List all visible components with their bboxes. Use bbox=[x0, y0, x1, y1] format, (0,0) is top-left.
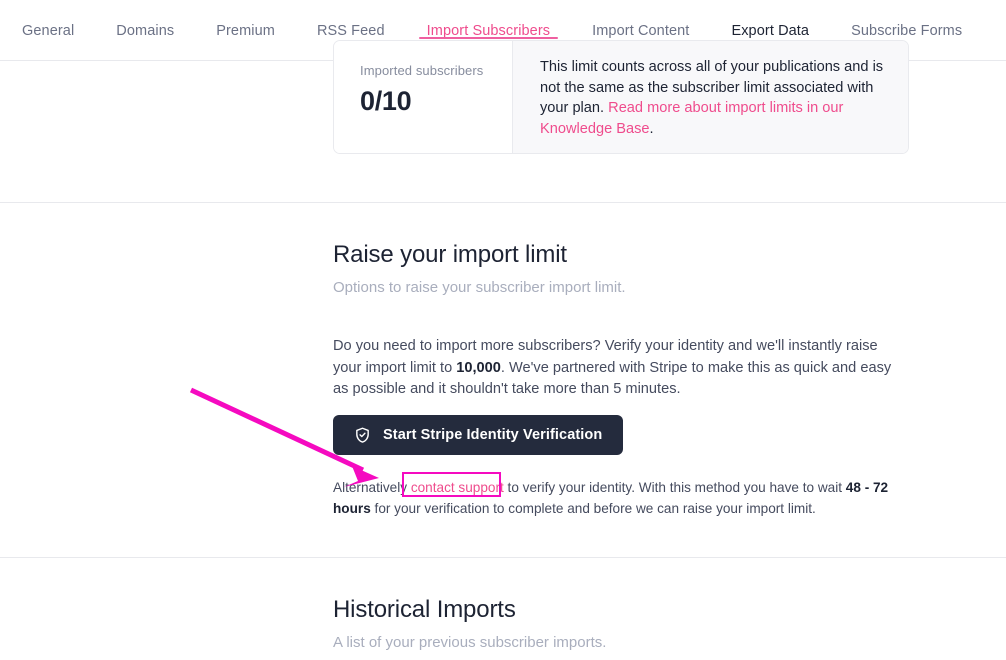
raise-import-limit-subtitle: Options to raise your subscriber import … bbox=[333, 279, 626, 296]
shield-check-icon bbox=[354, 426, 371, 444]
import-limit-description-panel: This limit counts across all of your pub… bbox=[513, 41, 908, 153]
import-limit-description-text-2: . bbox=[649, 120, 654, 137]
contact-support-link[interactable]: contact support bbox=[411, 480, 504, 495]
historical-imports-section: Historical Imports A list of your previo… bbox=[333, 595, 933, 653]
paragraph-limit-value: 10,000 bbox=[456, 359, 501, 376]
tab-subscribe-forms[interactable]: Subscribe Forms bbox=[851, 0, 962, 39]
tab-general-label: General bbox=[22, 23, 75, 39]
alternative-verification-text: Alternatively contact support to verify … bbox=[333, 477, 911, 519]
tab-rss-feed[interactable]: RSS Feed bbox=[317, 0, 385, 39]
tab-import-content[interactable]: Import Content bbox=[592, 0, 689, 39]
raise-import-limit-title: Raise your import limit bbox=[333, 241, 567, 268]
tab-export-data-label: Export Data bbox=[731, 23, 810, 39]
section-divider-bottom bbox=[0, 557, 1006, 558]
raise-import-limit-paragraph: Do you need to import more subscribers? … bbox=[333, 336, 901, 401]
tab-premium[interactable]: Premium bbox=[216, 0, 275, 39]
alt-text-3: for your verification to complete and be… bbox=[370, 501, 816, 516]
alt-text-1: Alternatively bbox=[333, 480, 411, 495]
page-root: General Domains Premium RSS Feed Import … bbox=[0, 0, 1006, 660]
tab-import-subscribers[interactable]: Import Subscribers bbox=[418, 0, 559, 39]
start-stripe-identity-verification-button[interactable]: Start Stripe Identity Verification bbox=[333, 415, 624, 455]
active-tab-underline bbox=[418, 37, 559, 39]
tab-export-data[interactable]: Export Data bbox=[731, 0, 809, 39]
imported-subscribers-panel: Imported subscribers 0/10 bbox=[334, 41, 513, 153]
historical-imports-subtitle: A list of your previous subscriber impor… bbox=[333, 634, 607, 651]
section-divider-top bbox=[0, 202, 1006, 203]
tab-general[interactable]: General bbox=[22, 0, 74, 39]
tab-rss-feed-label: RSS Feed bbox=[316, 23, 385, 39]
raise-import-limit-section: Raise your import limit Options to raise… bbox=[333, 240, 933, 401]
import-limit-card: Imported subscribers 0/10 This limit cou… bbox=[333, 40, 909, 154]
historical-imports-title: Historical Imports bbox=[333, 596, 516, 623]
imported-subscribers-label: Imported subscribers bbox=[360, 63, 484, 78]
tab-subscribe-forms-label: Subscribe Forms bbox=[851, 23, 963, 39]
imported-subscribers-count: 0/10 bbox=[360, 86, 412, 116]
start-stripe-identity-verification-label: Start Stripe Identity Verification bbox=[383, 427, 603, 443]
tab-premium-label: Premium bbox=[216, 23, 275, 39]
import-limit-description: This limit counts across all of your pub… bbox=[540, 57, 886, 139]
tab-domains-label: Domains bbox=[116, 23, 175, 39]
tab-domains[interactable]: Domains bbox=[116, 0, 174, 39]
tab-import-content-label: Import Content bbox=[592, 23, 690, 39]
alt-text-2: to verify your identity. With this metho… bbox=[503, 480, 846, 495]
